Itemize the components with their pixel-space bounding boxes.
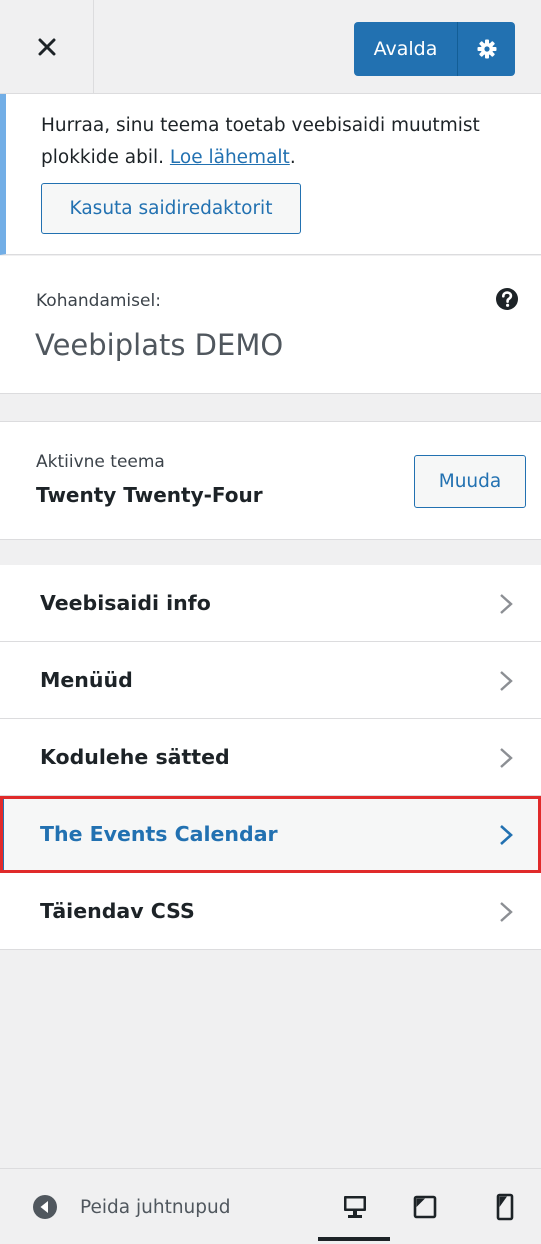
customizing-info: Kohandamisel: Veebiplats DEMO [0, 256, 541, 394]
mobile-icon [496, 1193, 514, 1221]
publish-button[interactable]: Avalda [354, 22, 457, 76]
chevron-right-icon [500, 671, 513, 691]
preview-desktop-button[interactable] [335, 1187, 375, 1227]
collapse-arrow-icon [33, 1195, 57, 1219]
panel-label: Kodulehe sätted [40, 745, 230, 769]
close-icon [38, 38, 55, 56]
publish-group: Avalda [354, 22, 515, 76]
panel-menus[interactable]: Menüüd [0, 642, 541, 719]
learn-more-link[interactable]: Loe lähemalt [170, 147, 290, 168]
customizer-panels: Veebisaidi info Menüüd Kodulehe sätted T… [0, 565, 541, 950]
panel-additional-css[interactable]: Täiendav CSS [0, 873, 541, 950]
active-theme-name: Twenty Twenty-Four [36, 483, 263, 507]
desktop-icon [344, 1196, 366, 1218]
chevron-right-icon [500, 748, 513, 768]
active-theme-section: Aktiivne teema Twenty Twenty-Four Muuda [0, 422, 541, 540]
change-theme-button[interactable]: Muuda [414, 455, 526, 508]
customizer-header: Avalda [0, 0, 541, 94]
notice-period: . [289, 147, 296, 168]
section-gap [0, 540, 541, 565]
help-icon[interactable] [492, 284, 522, 314]
notice-text: Hurraa, sinu teema toetab veebisaidi muu… [41, 110, 521, 174]
hide-controls-button[interactable]: Peida juhtnupud [32, 1191, 230, 1223]
tablet-icon [413, 1195, 437, 1219]
customizing-label: Kohandamisel: [36, 291, 161, 311]
chevron-right-icon [500, 825, 513, 845]
section-gap [0, 394, 541, 422]
panel-the-events-calendar[interactable]: The Events Calendar [0, 796, 541, 873]
site-editor-notice: Hurraa, sinu teema toetab veebisaidi muu… [0, 94, 541, 255]
preview-mobile-button[interactable] [485, 1187, 525, 1227]
site-title: Veebiplats DEMO [35, 328, 284, 362]
use-site-editor-button[interactable]: Kasuta saidiredaktorit [41, 183, 301, 234]
panel-label: Täiendav CSS [40, 899, 195, 923]
chevron-right-icon [500, 594, 513, 614]
panel-label: The Events Calendar [40, 822, 278, 846]
hide-controls-label: Peida juhtnupud [80, 1196, 231, 1218]
gear-icon [477, 39, 496, 59]
active-theme-label: Aktiivne teema [36, 452, 165, 472]
publish-settings-button[interactable] [457, 22, 515, 76]
panel-site-identity[interactable]: Veebisaidi info [0, 565, 541, 642]
preview-tablet-button[interactable] [405, 1187, 445, 1227]
active-device-indicator [318, 1237, 390, 1241]
close-button[interactable] [0, 0, 94, 94]
panel-label: Menüüd [40, 668, 133, 692]
customizer-footer: Peida juhtnupud [0, 1168, 541, 1244]
panel-label: Veebisaidi info [40, 591, 211, 615]
chevron-right-icon [500, 902, 513, 922]
panel-homepage-settings[interactable]: Kodulehe sätted [0, 719, 541, 796]
